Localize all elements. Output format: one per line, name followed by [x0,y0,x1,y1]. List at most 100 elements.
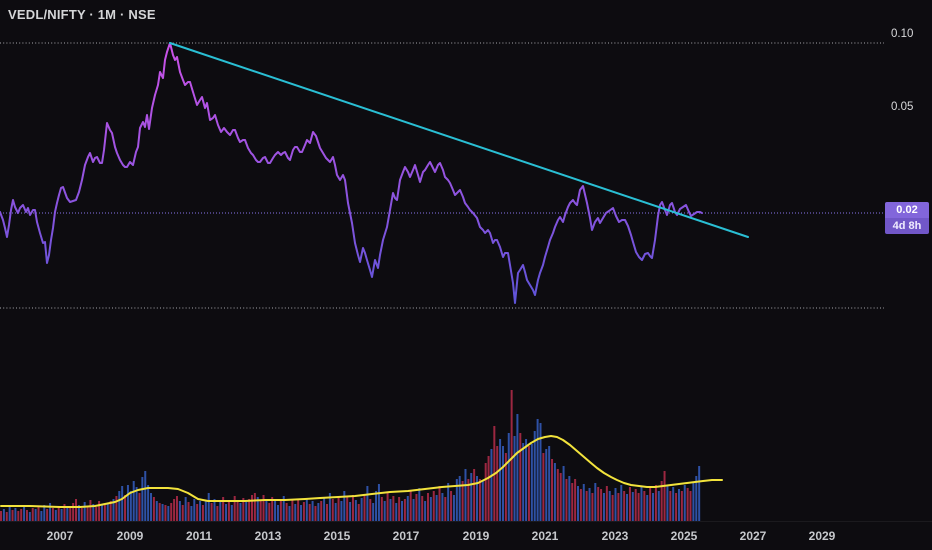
volume-bar [167,506,170,521]
volume-bar [496,446,499,521]
volume-bar [432,491,435,521]
volume-bar [415,494,418,521]
volume-bar [331,499,334,521]
volume-bar [357,504,360,521]
volume-bar [677,489,680,521]
volume-bar [602,493,605,521]
volume-bar [652,493,655,521]
volume-bar [608,491,611,521]
volume-bar [349,502,352,521]
volume-bar [196,504,199,521]
time-axis[interactable]: 2007 2009 2011 2013 2015 2017 2019 2021 2023 2025… [0,521,932,550]
volume-bar [516,414,519,521]
symbol-title[interactable]: VEDL/NIFTY · 1M · NSE [8,7,156,22]
volume-bar [115,496,118,521]
volume-bar [473,469,476,521]
volume-bar [230,505,233,521]
tick-label-2019: 2019 [462,529,490,543]
tick-label-2017: 2017 [392,529,420,543]
volume-bar [444,497,447,521]
volume-bar [103,505,106,521]
volume-bar [686,488,689,521]
volume-bar [470,473,473,521]
tick-label-2021: 2021 [531,529,559,543]
volume-bar [2,509,5,521]
tick-label-2029: 2029 [808,529,836,543]
volume-bar [54,510,57,521]
volume-bar [190,506,193,521]
volume-bar [150,493,153,521]
volume-bar [138,493,141,521]
volume-bar [118,491,121,521]
volume-bar [40,511,43,521]
volume-bar [274,501,277,521]
volume-bar [522,443,525,521]
volume-bar [351,495,354,521]
volume-bar [605,486,608,521]
volume-bar [418,488,421,521]
volume-bar [579,489,582,521]
volume-bar [372,503,375,521]
volume-bar [683,485,686,521]
volume-bar [297,499,300,521]
volume-bar [421,496,424,521]
volume-bar [337,496,340,521]
volume-bar [302,502,305,521]
volume-bar [8,507,11,521]
volume-bar [279,501,282,521]
trendline[interactable] [169,42,749,238]
volume-bar [199,501,202,521]
volume-bar [623,491,626,521]
volume-bar [201,505,204,521]
volume-bar [317,503,320,521]
volume-bar [698,466,701,521]
volume-bar [227,500,230,521]
volume-bar [501,446,504,521]
volume-bar [184,497,187,521]
volume-bar [458,476,461,521]
volume-bar [17,511,20,521]
volume-bar [193,499,196,521]
volume-bar [121,486,124,521]
volume-bar [89,500,92,521]
volume-bar [360,498,363,521]
volume-bar [507,433,510,521]
volume-bar [80,508,83,521]
volume-bar [288,506,291,521]
volume-bar [132,481,135,521]
volume-bar [34,509,37,521]
volume-bar [178,501,181,521]
volume-bar [207,493,210,521]
volume-bar [363,494,366,521]
volume-bar [152,497,155,521]
tick-label-2025: 2025 [670,529,698,543]
volume-bar [626,494,629,521]
chart-canvas[interactable] [0,0,932,550]
volume-bar [0,511,2,521]
volume-bar [519,433,522,521]
volume-bar [577,486,579,521]
price-scale[interactable]: 0.10 0.05 0.02 4d 8h [884,0,932,522]
volume-bar [614,488,617,521]
volume-bar [513,436,516,521]
volume-bar [568,476,571,521]
volume-bar [383,501,386,521]
volume-bar [409,491,412,521]
volume-bar [646,495,649,521]
volume-bar [210,503,213,521]
last-price-badge: 0.02 4d 8h [885,202,929,234]
volume-bar [147,485,150,521]
volume-bar [262,495,265,521]
volume-bar [106,503,109,521]
volume-bar [628,487,631,521]
volume-bar [366,486,369,521]
volume-bar [86,506,89,521]
volume-bar [562,466,565,521]
volume-bar [438,486,441,521]
volume-bar [640,486,643,521]
volume-bars [0,390,701,521]
volume-bar [155,501,158,521]
ratio-line [0,42,703,304]
volume-bar [51,508,54,521]
volume-bar [556,469,559,521]
